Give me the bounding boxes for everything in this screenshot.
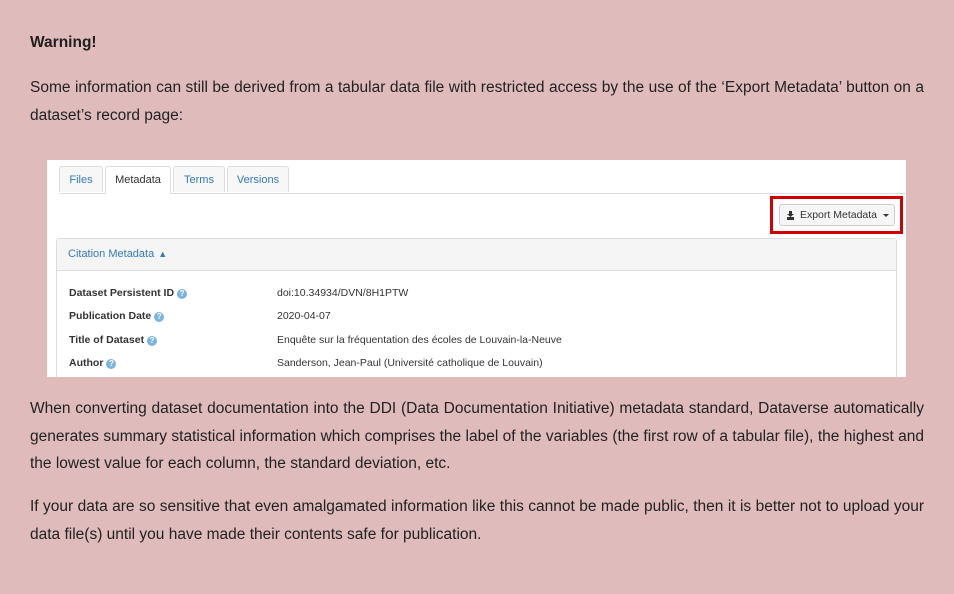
- chevron-up-icon: ▲: [158, 249, 168, 259]
- dataset-tabs: Files Metadata Terms Versions: [59, 166, 906, 194]
- ddi-paragraph: When converting dataset documentation in…: [30, 400, 924, 472]
- metadata-value: 2020-04-07: [277, 310, 331, 322]
- tab-files[interactable]: Files: [59, 166, 103, 192]
- metadata-label: Title of Dataset?: [69, 333, 269, 347]
- export-metadata-button[interactable]: Export Metadata: [779, 204, 895, 226]
- panel-title: Citation Metadata: [68, 248, 155, 260]
- tab-terms[interactable]: Terms: [173, 166, 225, 192]
- warning-paragraph: Some information can still be derived fr…: [30, 79, 924, 124]
- help-icon[interactable]: ?: [147, 336, 158, 346]
- sensitivity-paragraph: If your data are so sensitive that even …: [30, 498, 924, 543]
- metadata-label: Publication Date?: [69, 309, 269, 323]
- metadata-value: Sanderson, Jean-Paul (Université catholi…: [277, 357, 543, 369]
- export-metadata-label: Export Metadata: [799, 209, 878, 221]
- dataset-record-screenshot: Files Metadata Terms Versions Export Met…: [47, 160, 906, 377]
- tab-versions[interactable]: Versions: [227, 166, 289, 192]
- help-icon[interactable]: ?: [154, 312, 165, 322]
- tab-metadata[interactable]: Metadata: [105, 166, 171, 194]
- caret-down-icon: [883, 213, 890, 217]
- metadata-label: Author?: [69, 356, 269, 370]
- export-highlight-box: Export Metadata: [770, 196, 903, 234]
- citation-metadata-panel: Citation Metadata ▲ Dataset Persistent ID…: [56, 238, 897, 377]
- metadata-value: Enquête sur la fréquentation des écoles …: [277, 334, 562, 346]
- metadata-value: doi:10.34934/DVN/8H1PTW: [277, 287, 409, 299]
- warning-title: Warning!: [30, 34, 97, 51]
- help-icon[interactable]: ?: [177, 289, 188, 299]
- help-icon[interactable]: ?: [106, 359, 117, 369]
- citation-metadata-header[interactable]: Citation Metadata ▲: [57, 239, 896, 271]
- metadata-label: Dataset Persistent ID?: [69, 286, 269, 300]
- export-icon: [786, 210, 794, 220]
